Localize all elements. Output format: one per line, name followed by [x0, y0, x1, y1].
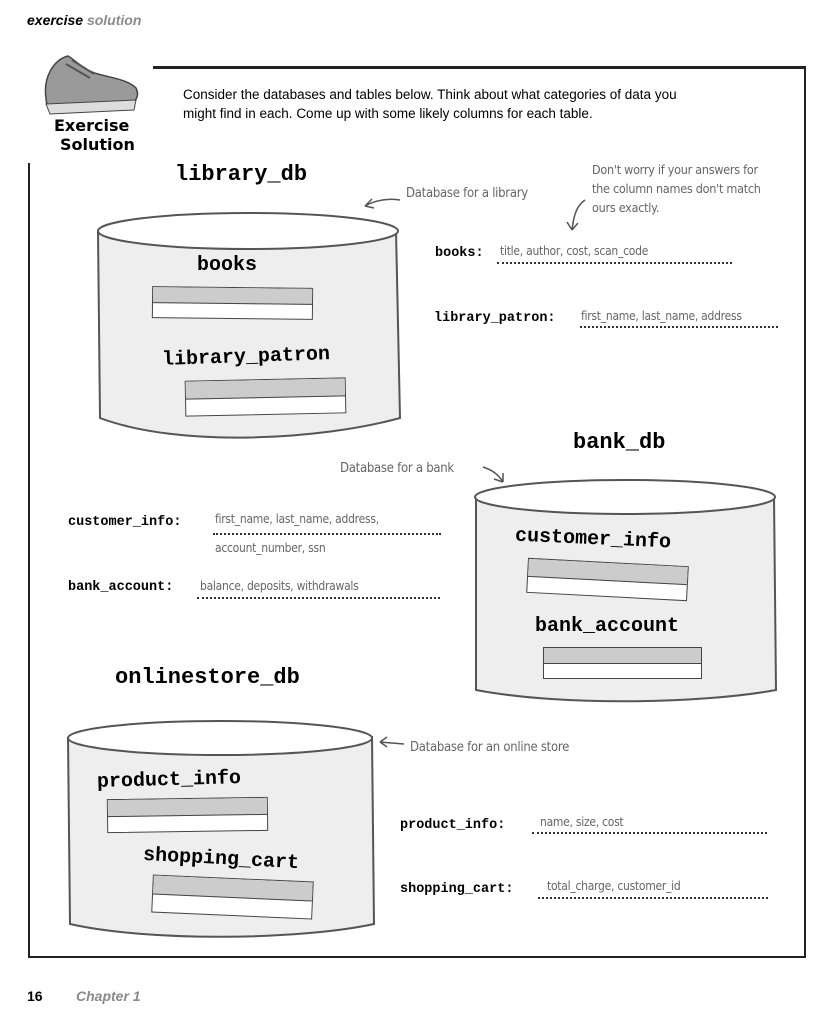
answer-customer-info: first_name, last_name, address,	[215, 512, 379, 526]
answer-books: title, author, cost, scan_code	[500, 244, 649, 258]
answer-bank-account: balance, deposits, withdrawals	[200, 579, 359, 593]
answer-line	[580, 326, 778, 328]
answer-label-customer-info: customer_info:	[68, 515, 182, 530]
table-bank-account-shape	[543, 647, 702, 679]
page-number: 16	[27, 988, 43, 1004]
answer-shopping-cart: total_charge, customer_id	[547, 879, 681, 893]
caption-library: Database for a library	[406, 186, 528, 201]
db-title-library: library_db	[175, 162, 308, 187]
answer-label-shopping-cart: shopping_cart:	[400, 882, 514, 897]
answer-line	[197, 597, 440, 599]
answer-line	[497, 262, 732, 264]
answer-customer-info-2: account_number, ssn	[215, 541, 326, 555]
table-product-info-shape	[106, 796, 269, 834]
note: Don't worry if your answers for the colu…	[592, 162, 761, 215]
answer-label-books: books:	[435, 246, 484, 261]
chapter-label: Chapter 1	[76, 988, 141, 1004]
answer-product-info: name, size, cost	[540, 815, 624, 829]
answer-line	[538, 897, 768, 899]
db-title-bank: bank_db	[573, 430, 666, 455]
caption-bank: Database for a bank	[340, 461, 454, 476]
db-title-onlinestore: onlinestore_db	[115, 665, 300, 690]
answer-library-patron: first_name, last_name, address	[581, 309, 742, 323]
table-library-patron-shape	[184, 377, 347, 417]
table-books: books	[197, 254, 258, 277]
table-shopping-cart-shape	[151, 874, 314, 920]
page: exercise solution Exercise Solution Cons…	[0, 0, 816, 1021]
answer-line	[213, 533, 441, 535]
cylinders	[66, 198, 778, 938]
table-product-info: product_info	[96, 767, 242, 794]
table-books-shape	[151, 286, 314, 320]
answer-label-product-info: product_info:	[400, 818, 506, 833]
caption-onlinestore: Database for an online store	[410, 740, 570, 755]
answer-label-bank-account: bank_account:	[68, 580, 174, 595]
answer-line	[532, 832, 767, 834]
table-bank-account: bank_account	[535, 615, 680, 638]
answer-label-library-patron: library_patron:	[434, 311, 556, 326]
